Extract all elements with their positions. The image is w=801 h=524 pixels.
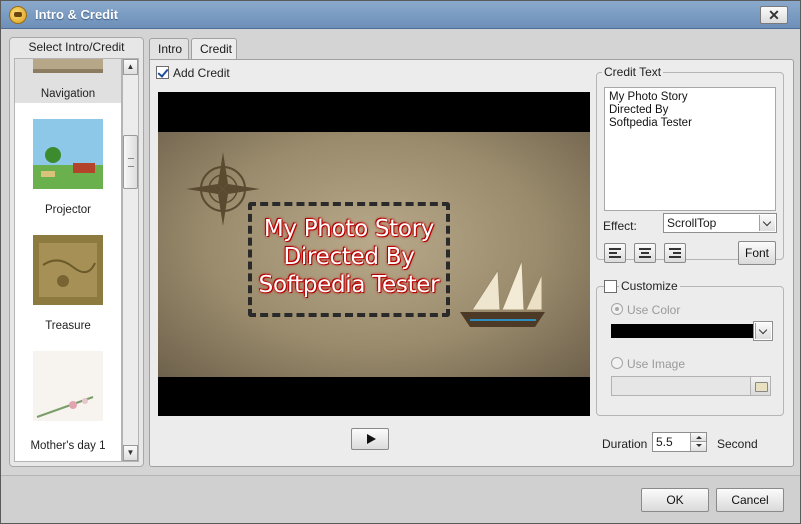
credit-preview: My Photo Story Directed By Softpedia Tes… (158, 92, 590, 416)
duration-unit-label: Second (717, 437, 758, 451)
app-logo-icon (9, 6, 27, 24)
thumbnail-scrollbar[interactable]: ▲ ▼ (122, 58, 139, 462)
align-center-button[interactable] (634, 243, 656, 263)
chevron-down-icon[interactable] (690, 442, 706, 451)
mothers-day-thumbnail (33, 351, 103, 421)
intro-credit-dialog: Intro & Credit ✕ Select Intro/Credit Nav… (0, 0, 801, 524)
close-icon: ✕ (768, 7, 780, 23)
preview-background: My Photo Story Directed By Softpedia Tes… (158, 132, 590, 377)
tab-intro[interactable]: Intro (149, 38, 189, 60)
credit-text-group-title: Credit Text (602, 65, 664, 79)
sailing-ship-icon (460, 259, 545, 327)
chevron-down-icon: ▼ (126, 448, 135, 457)
credit-text-group: Credit Text My Photo Story Directed By S… (596, 65, 784, 265)
preview-credit-line-3: Softpedia Tester (258, 272, 440, 298)
play-button[interactable] (351, 428, 389, 450)
scroll-up-button[interactable]: ▲ (123, 59, 138, 75)
tab-credit[interactable]: Credit (191, 38, 237, 61)
effect-select-value: ScrollTop (667, 216, 717, 230)
ok-button[interactable]: OK (641, 488, 709, 512)
projector-thumbnail (33, 119, 103, 189)
duration-stepper[interactable]: 5.5 (652, 432, 707, 452)
customize-checkbox[interactable] (604, 280, 617, 293)
treasure-thumbnail (33, 235, 103, 305)
align-right-button[interactable] (664, 243, 686, 263)
scroll-thumb[interactable] (123, 135, 138, 189)
add-credit-label: Add Credit (173, 66, 230, 80)
list-item-mothers-day-1[interactable]: Mother's day 1 (15, 351, 121, 461)
use-color-label: Use Color (627, 303, 681, 317)
list-item-label: Projector (44, 204, 92, 216)
use-color-radio[interactable] (611, 303, 623, 315)
customize-label: Customize (619, 279, 680, 293)
chevron-down-icon (759, 215, 775, 231)
font-button[interactable]: Font (738, 241, 776, 265)
color-swatch[interactable] (611, 324, 757, 338)
title-bar: Intro & Credit ✕ (1, 1, 800, 29)
window-title: Intro & Credit (35, 7, 119, 22)
cancel-button[interactable]: Cancel (716, 488, 784, 512)
color-picker-dropdown[interactable] (753, 321, 773, 341)
preview-credit-line-2: Directed By (283, 244, 415, 270)
list-item-treasure[interactable]: Treasure (15, 235, 121, 339)
list-item-label: Treasure (45, 320, 91, 332)
scroll-down-button[interactable]: ▼ (123, 445, 138, 461)
use-image-radio[interactable] (611, 357, 623, 369)
duration-value: 5.5 (656, 435, 673, 449)
selector-header: Select Intro/Credit (28, 40, 125, 54)
image-path-field[interactable] (611, 376, 771, 396)
credit-tab-panel: Add Credit My Photo Story Directed By So… (149, 59, 794, 467)
use-image-label: Use Image (627, 357, 686, 371)
effect-select[interactable]: ScrollTop (663, 213, 777, 233)
chevron-down-icon (755, 323, 771, 339)
list-item-label: Mother's day 1 (30, 440, 106, 452)
align-left-button[interactable] (604, 243, 626, 263)
navigation-thumbnail (33, 59, 103, 73)
effect-label: Effect: (603, 219, 637, 233)
list-item-projector[interactable]: Projector (15, 119, 121, 223)
preview-credit-line-1: My Photo Story (263, 216, 435, 242)
list-item-label: Navigation (40, 88, 96, 100)
thumbnail-list: Navigation Projector Treasure Mother's d… (14, 58, 122, 462)
dialog-footer: OK Cancel (1, 475, 800, 523)
close-button[interactable]: ✕ (760, 6, 788, 24)
chevron-up-icon[interactable] (690, 433, 706, 442)
intro-credit-selector: Select Intro/Credit Navigation Projector (9, 37, 144, 467)
list-item-navigation[interactable]: Navigation (15, 59, 121, 103)
folder-icon[interactable] (750, 377, 770, 395)
credit-text-input[interactable]: My Photo Story Directed By Softpedia Tes… (604, 87, 776, 211)
customize-group: Customize Use Color Use Image (596, 279, 784, 416)
duration-label: Duration (602, 437, 648, 451)
add-credit-checkbox[interactable] (156, 66, 169, 79)
chevron-up-icon: ▲ (126, 62, 135, 71)
